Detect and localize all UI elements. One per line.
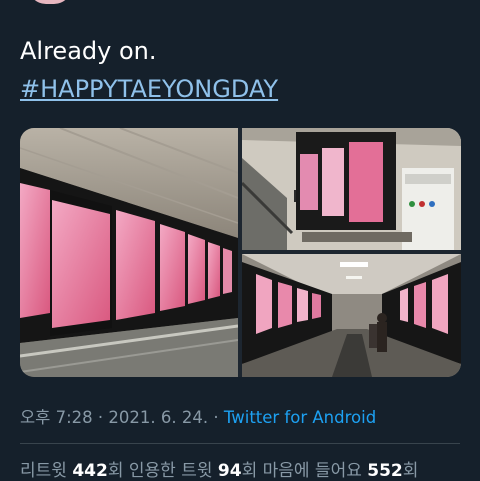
media-photo-3[interactable]: [242, 254, 461, 377]
likes-unit: 회: [402, 461, 419, 481]
tweet-date[interactable]: 2021. 6. 24.: [108, 408, 208, 427]
separator: ·: [208, 408, 224, 427]
quotes-count: 94: [217, 461, 242, 481]
tweet-time[interactable]: 오후 7:28: [20, 408, 93, 427]
tweet-text-line: Already on.: [20, 37, 157, 65]
retweets-count: 442: [72, 461, 108, 481]
retweets-label: 리트윗: [20, 461, 73, 481]
divider: [20, 443, 460, 444]
retweets-unit: 회: [107, 461, 129, 481]
likes-label: 마음에 들어요: [262, 461, 368, 481]
media-photo-1[interactable]: [20, 128, 238, 377]
quotes-unit: 회: [241, 461, 263, 481]
tweet-text: Already on. #HAPPYTAEYONGDAY: [20, 32, 278, 108]
likes-stat[interactable]: 마음에 들어요 552회: [263, 461, 419, 481]
media-photo-2[interactable]: [242, 128, 461, 250]
tweet-source-link[interactable]: Twitter for Android: [224, 408, 376, 427]
media-grid: [20, 128, 461, 377]
likes-count: 552: [367, 461, 403, 481]
quotes-stat[interactable]: 인용한 트윗 94회: [129, 461, 263, 481]
tweet-metadata: 오후 7:28 · 2021. 6. 24. · Twitter for And…: [20, 404, 376, 428]
hashtag-link[interactable]: #HAPPYTAEYONGDAY: [20, 70, 278, 108]
engagement-stats: 리트윗 442회 인용한 트윗 94회 마음에 들어요 552회: [20, 456, 418, 481]
separator: ·: [92, 408, 109, 427]
author-avatar[interactable]: [28, 0, 72, 4]
retweets-stat[interactable]: 리트윗 442회: [20, 461, 129, 481]
quotes-label: 인용한 트윗: [128, 461, 218, 481]
